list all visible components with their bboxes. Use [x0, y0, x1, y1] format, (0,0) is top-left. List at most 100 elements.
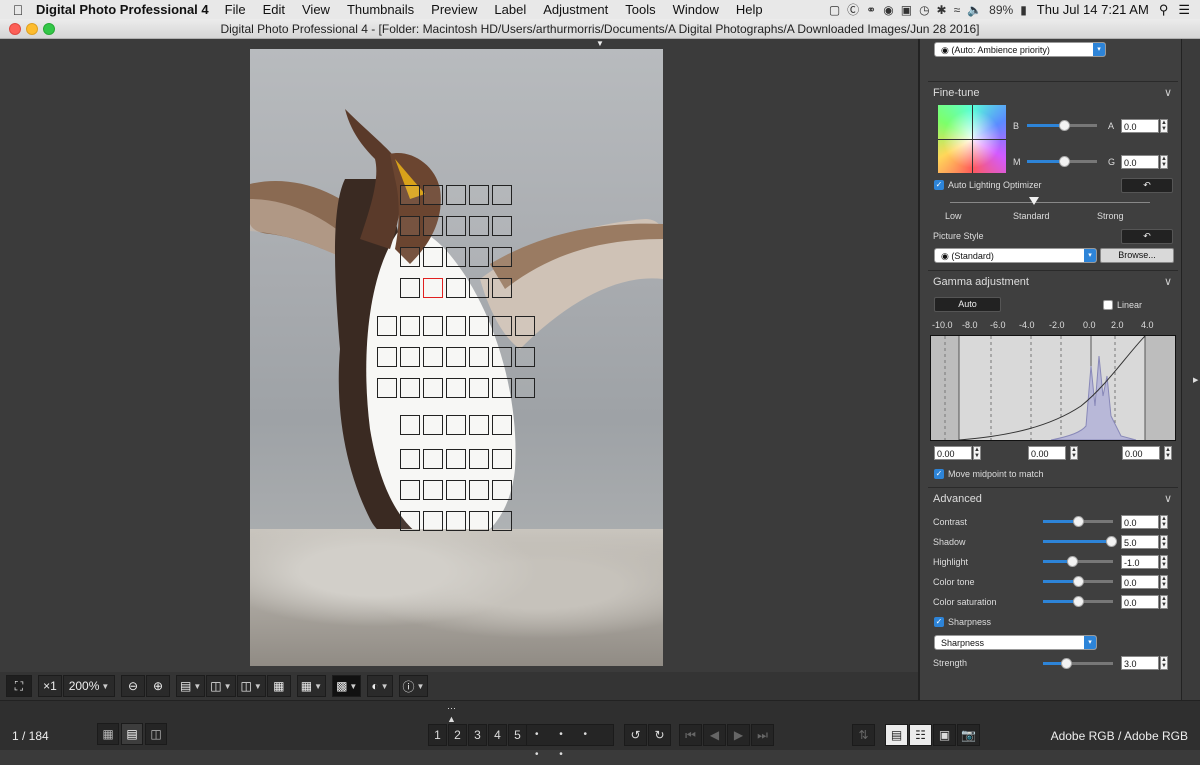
- mg-thumb[interactable]: [1059, 156, 1070, 167]
- contrast-value-input[interactable]: 0.0: [1121, 515, 1159, 529]
- menu-preview[interactable]: Preview: [431, 2, 477, 17]
- strength-stepper[interactable]: ▲ ▼: [1160, 656, 1168, 670]
- close-button[interactable]: [9, 23, 21, 35]
- rating-2-button[interactable]: 2: [448, 724, 467, 746]
- rating-3-button[interactable]: 3: [468, 724, 487, 746]
- next-image-icon[interactable]: ▶: [727, 724, 750, 746]
- collapse-toolbar-icon[interactable]: ▼: [596, 39, 604, 48]
- collapse-icon[interactable]: ∨: [1164, 488, 1172, 510]
- menu-help[interactable]: Help: [736, 2, 763, 17]
- grid-overlay-button[interactable]: ▦ ▼: [296, 675, 327, 697]
- rotate-right-icon[interactable]: ↻: [648, 724, 671, 746]
- white-balance-dropdown[interactable]: ◉ (Auto: Ambience priority) ▾: [934, 42, 1106, 57]
- color-saturation-value-input[interactable]: 0.0: [1121, 595, 1159, 609]
- highlight-value-input[interactable]: -1.0: [1121, 555, 1159, 569]
- wifi-icon[interactable]: ≈: [954, 3, 961, 17]
- spotlight-icon[interactable]: ⚲: [1159, 2, 1169, 18]
- crop-mode-icon[interactable]: ▣: [933, 724, 956, 746]
- menu-file[interactable]: File: [225, 2, 246, 17]
- camera-mode-icon[interactable]: 📷: [957, 724, 980, 746]
- notification-icon[interactable]: ☰: [1178, 2, 1190, 18]
- zoom-out-button[interactable]: ⊖: [121, 675, 145, 697]
- shadow-value-input[interactable]: 5.0: [1121, 535, 1159, 549]
- display-icon[interactable]: ▣: [901, 3, 912, 17]
- minimize-button[interactable]: [26, 23, 38, 35]
- apple-icon[interactable]: : [0, 2, 36, 18]
- shadow-stepper[interactable]: ▲ ▼: [1160, 535, 1168, 549]
- sort-icon[interactable]: ⇅: [852, 724, 875, 746]
- volume-icon[interactable]: 🔈: [967, 3, 982, 17]
- star-rating[interactable]: • • • • •: [526, 724, 614, 760]
- strength-value-input[interactable]: 3.0: [1121, 656, 1159, 670]
- gamma-mid-input[interactable]: 0.00: [1028, 446, 1066, 460]
- zoom-button[interactable]: [43, 23, 55, 35]
- creative-cloud-icon[interactable]: ⚭: [866, 3, 876, 17]
- time-machine-icon[interactable]: ◷: [919, 3, 929, 17]
- expand-filmstrip-icon[interactable]: ⋯ ▲: [447, 703, 457, 724]
- first-image-icon[interactable]: ⏮: [679, 724, 702, 746]
- rating-1-button[interactable]: 1: [428, 724, 447, 746]
- color-tone-value-input[interactable]: 0.0: [1121, 575, 1159, 589]
- split-view-button[interactable]: ◫ ▼: [236, 675, 266, 697]
- grid-layout-icon[interactable]: ▦: [97, 723, 119, 745]
- filmstrip-bottom-layout-icon[interactable]: ▤: [121, 723, 143, 745]
- gamma-histogram[interactable]: [930, 335, 1176, 441]
- rating-5-button[interactable]: 5: [508, 724, 527, 746]
- gamma-white-stepper[interactable]: ▲ ▼: [1164, 446, 1172, 460]
- battery-icon[interactable]: ▮: [1020, 3, 1027, 17]
- highlight-warning-button[interactable]: ◐ ▼: [367, 675, 393, 697]
- zoom-in-button[interactable]: ⊕: [146, 675, 170, 697]
- image-viewer[interactable]: ▼: [0, 39, 918, 672]
- gamma-white-input[interactable]: 0.00: [1122, 446, 1160, 460]
- menu-window[interactable]: Window: [673, 2, 719, 17]
- collapse-icon[interactable]: ∨: [1164, 82, 1172, 104]
- collapse-icon[interactable]: ∨: [1164, 271, 1172, 293]
- basic-adjust-mode-icon[interactable]: ☷: [909, 724, 932, 746]
- af-point-button[interactable]: ▩ ▼: [332, 675, 362, 697]
- rating-4-button[interactable]: 4: [488, 724, 507, 746]
- photo-preview[interactable]: [250, 49, 663, 666]
- info-button[interactable]: ⓘ ▼: [398, 675, 429, 697]
- fit-to-window-button[interactable]: ⛶: [6, 675, 32, 697]
- midpoint-checkbox[interactable]: ✓: [934, 469, 944, 479]
- g-value-input[interactable]: 0.0: [1121, 155, 1159, 169]
- single-view-button[interactable]: ▤ ▼: [176, 675, 206, 697]
- contrast-thumb[interactable]: [1073, 516, 1084, 527]
- color-wheel[interactable]: [938, 105, 1006, 173]
- linear-checkbox[interactable]: [1103, 300, 1113, 310]
- color-tone-stepper[interactable]: ▲ ▼: [1160, 575, 1168, 589]
- zoom-level-dropdown[interactable]: 200% ▼: [63, 675, 115, 697]
- app-menu[interactable]: Digital Photo Professional 4: [36, 2, 209, 17]
- menu-view[interactable]: View: [302, 2, 330, 17]
- menu-tools[interactable]: Tools: [625, 2, 655, 17]
- highlight-thumb[interactable]: [1067, 556, 1078, 567]
- picture-style-dropdown[interactable]: ◉ (Standard) ▾: [934, 248, 1097, 263]
- battery-percent[interactable]: 89%: [989, 3, 1013, 17]
- shadow-thumb[interactable]: [1106, 536, 1117, 547]
- highlight-stepper[interactable]: ▲ ▼: [1160, 555, 1168, 569]
- rotate-left-icon[interactable]: ↺: [624, 724, 647, 746]
- a-stepper[interactable]: ▲ ▼: [1160, 119, 1168, 133]
- picture-style-reset-button[interactable]: ↶: [1121, 229, 1173, 244]
- alo-reset-button[interactable]: ↶: [1121, 178, 1173, 193]
- alo-thumb[interactable]: [1029, 197, 1039, 205]
- c-icon[interactable]: Ⓒ: [847, 1, 859, 18]
- sync-view-button[interactable]: ▦: [266, 675, 291, 697]
- gamma-black-input[interactable]: 0.00: [934, 446, 972, 460]
- ba-thumb[interactable]: [1059, 120, 1070, 131]
- menu-adjustment[interactable]: Adjustment: [543, 2, 608, 17]
- alo-checkbox[interactable]: ✓: [934, 180, 944, 190]
- contrast-stepper[interactable]: ▲ ▼: [1160, 515, 1168, 529]
- sharpness-checkbox[interactable]: ✓: [934, 617, 944, 627]
- menu-thumbnails[interactable]: Thumbnails: [347, 2, 414, 17]
- color-tone-thumb[interactable]: [1073, 576, 1084, 587]
- strength-thumb[interactable]: [1061, 658, 1072, 669]
- previous-image-icon[interactable]: ◀: [703, 724, 726, 746]
- zoom-factor-button[interactable]: ×1: [38, 675, 62, 697]
- compare-view-button[interactable]: ◫ ▼: [206, 675, 236, 697]
- g-stepper[interactable]: ▲ ▼: [1160, 155, 1168, 169]
- menu-edit[interactable]: Edit: [263, 2, 285, 17]
- last-image-icon[interactable]: ⏭: [751, 724, 774, 746]
- gamma-mid-stepper[interactable]: ▲ ▼: [1070, 446, 1078, 460]
- color-saturation-thumb[interactable]: [1073, 596, 1084, 607]
